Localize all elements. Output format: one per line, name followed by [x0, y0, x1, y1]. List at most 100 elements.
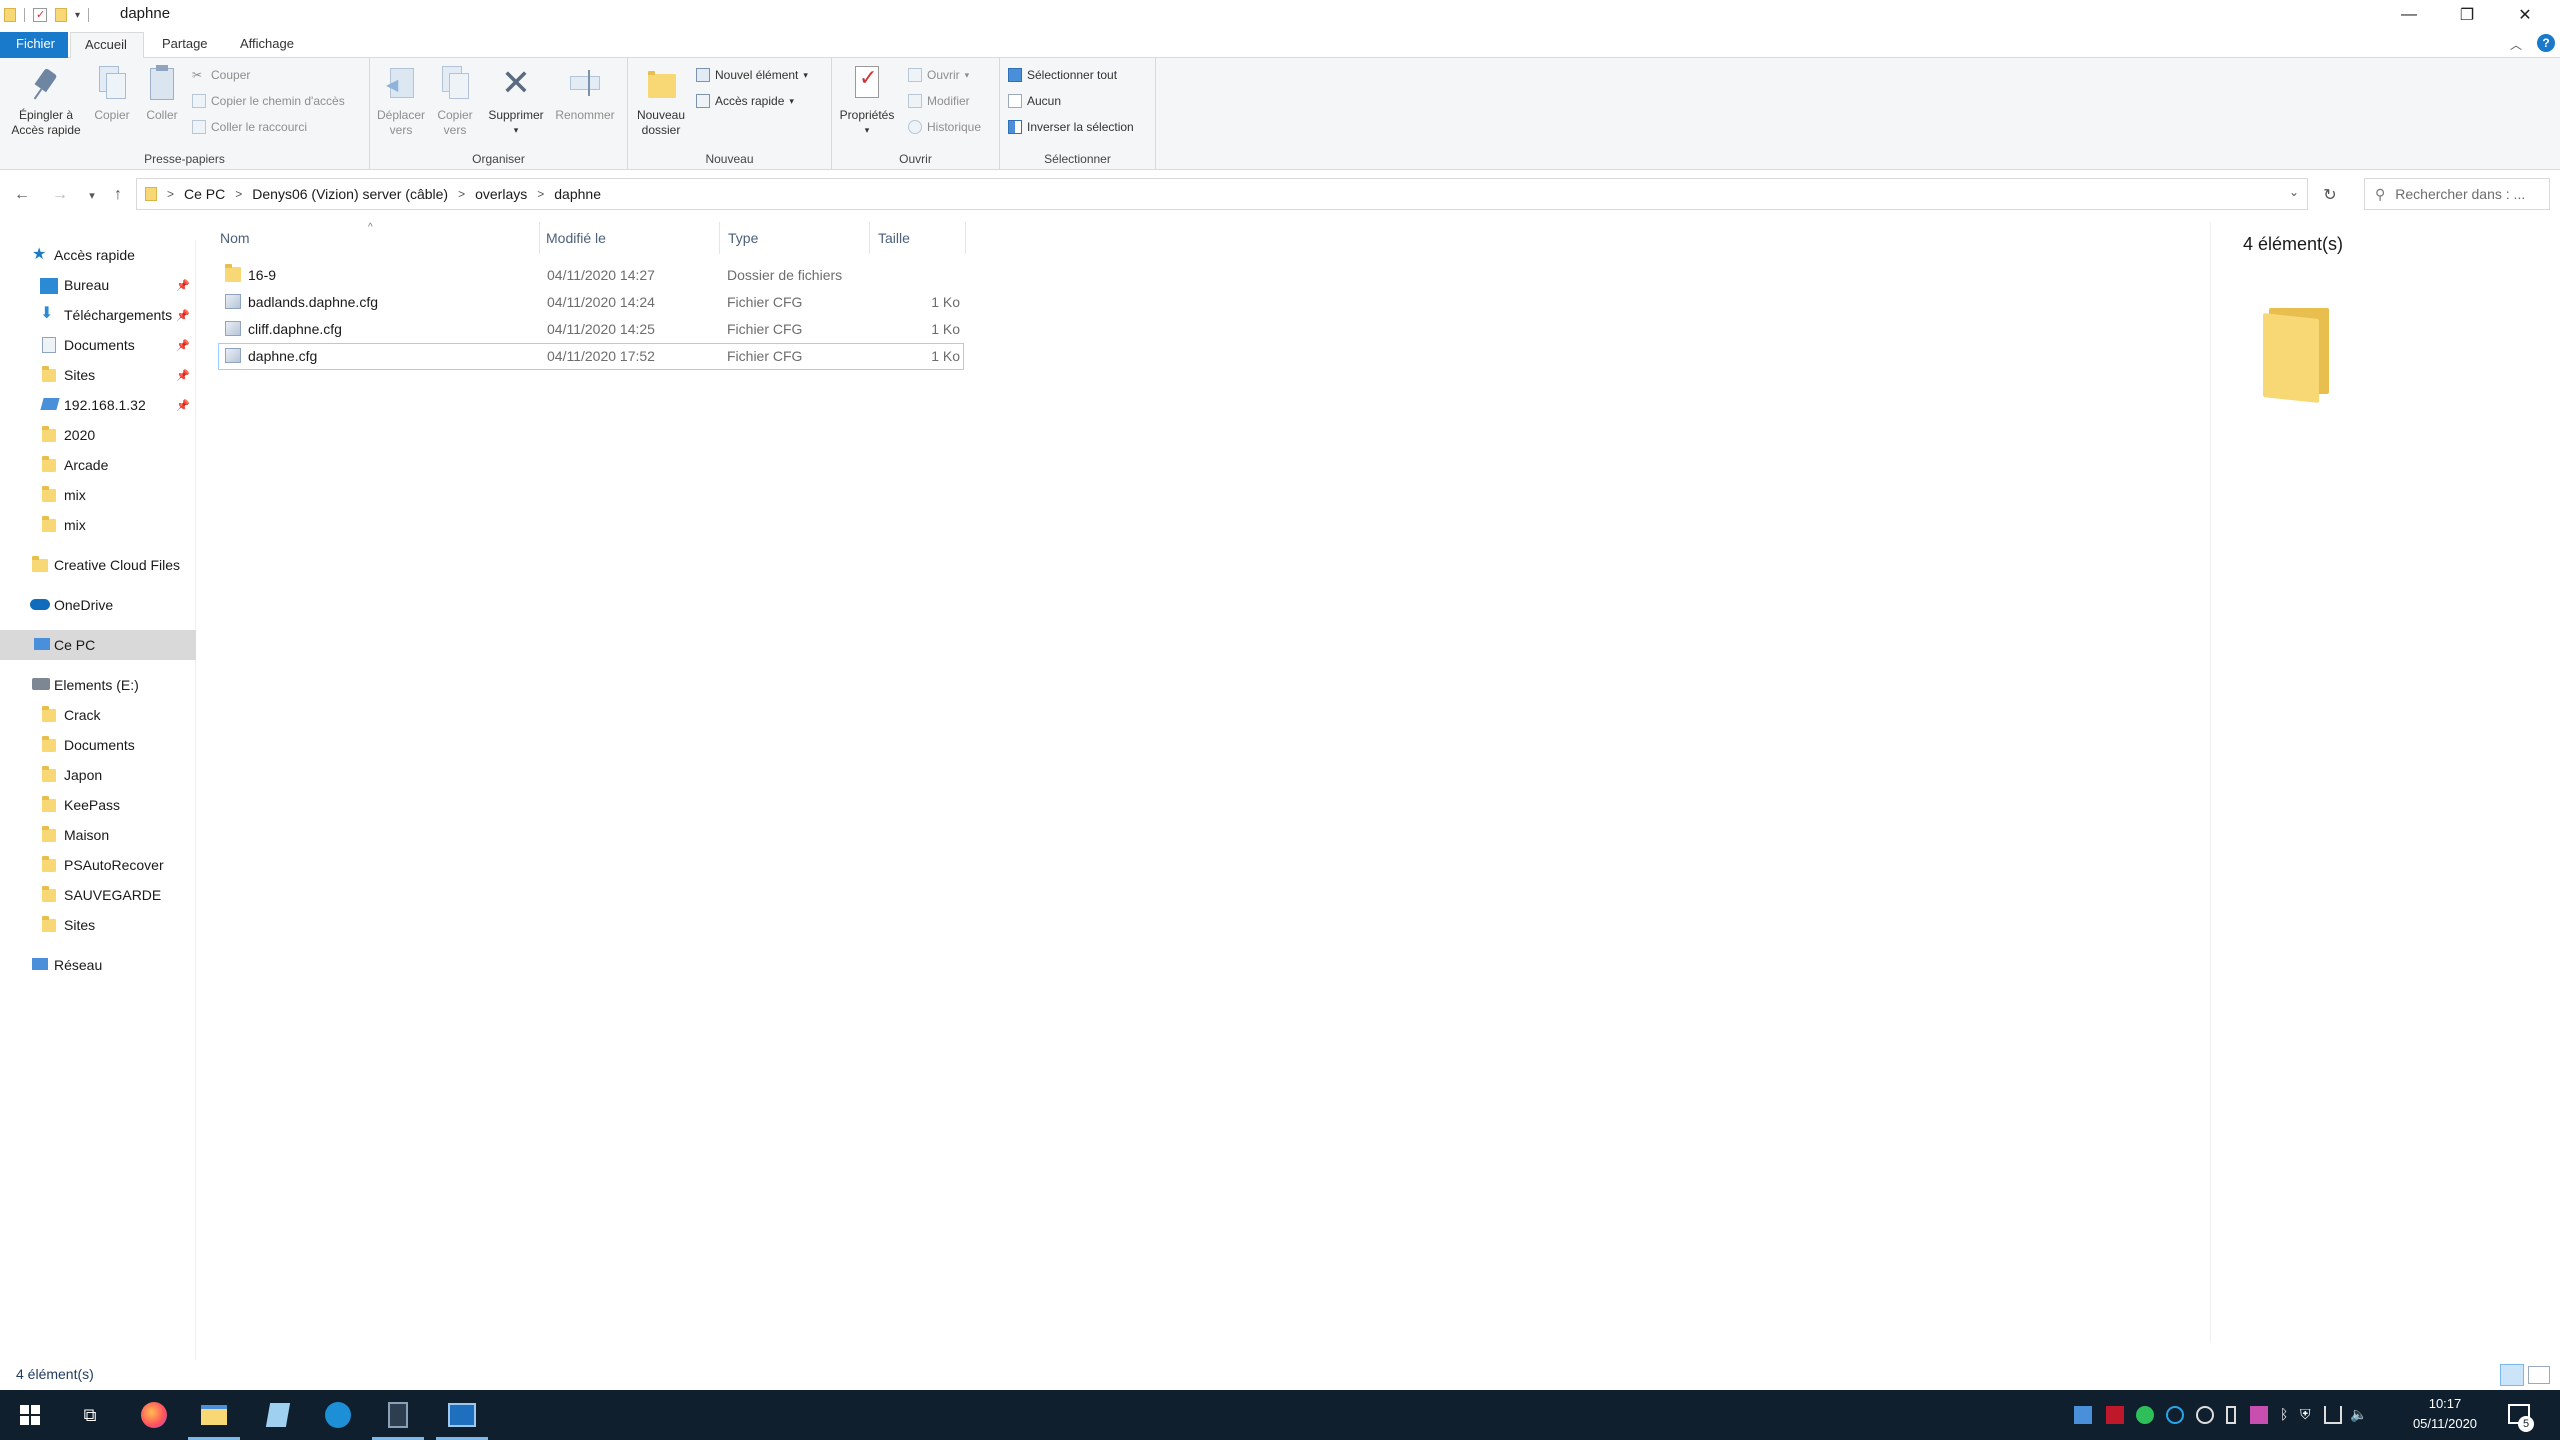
sidebar-item-elements[interactable]: Elements (E:)	[0, 670, 196, 700]
sidebar-item-telechargements[interactable]: ⬇ Téléchargements 📌	[0, 300, 196, 330]
app-bird-icon[interactable]	[308, 1390, 368, 1440]
address-bar[interactable]: > Ce PC > Denys06 (Vizion) server (câble…	[136, 178, 2308, 210]
customize-toolbar-chevron-icon[interactable]: ▾	[75, 10, 80, 21]
move-to-button[interactable]: ◀ Déplacer vers	[374, 64, 428, 138]
usb-icon[interactable]	[2226, 1406, 2236, 1424]
breadcrumb-daphne[interactable]: daphne	[554, 186, 601, 202]
sidebar-item-sites[interactable]: Sites 📌	[0, 360, 196, 390]
notepad-icon[interactable]	[248, 1390, 308, 1440]
table-row[interactable]: badlands.daphne.cfg 04/11/2020 14:24 Fic…	[218, 289, 964, 316]
cut-button[interactable]: ✂ Couper	[192, 66, 250, 84]
column-header-modifie[interactable]: Modifié le	[540, 222, 720, 254]
delete-button[interactable]: ✕ Supprimer ▾	[484, 64, 548, 138]
sidebar-item-arcade[interactable]: Arcade	[0, 450, 196, 480]
tray-app-icon[interactable]	[2106, 1406, 2124, 1424]
table-row[interactable]: cliff.daphne.cfg 04/11/2020 14:25 Fichie…	[218, 316, 964, 343]
volume-icon[interactable]: 🔈	[2350, 1406, 2368, 1424]
firefox-icon[interactable]	[124, 1390, 184, 1440]
easy-access-button[interactable]: Accès rapide ▾	[696, 92, 794, 110]
pin-icon[interactable]: 📌	[176, 399, 190, 412]
column-header-taille[interactable]: Taille	[870, 222, 966, 254]
pin-icon[interactable]: 📌	[176, 369, 190, 382]
properties-icon[interactable]: ✓	[33, 8, 47, 22]
column-header-type[interactable]: Type	[720, 222, 870, 254]
bluetooth-icon[interactable]: ᛒ	[2280, 1406, 2298, 1424]
sidebar-item-ce-pc[interactable]: Ce PC	[0, 630, 196, 660]
sidebar-item-psautorecover[interactable]: PSAutoRecover	[0, 850, 196, 880]
pin-icon[interactable]: 📌	[176, 309, 190, 322]
close-button[interactable]: ✕	[2496, 0, 2554, 30]
search-input[interactable]: ⚲ Rechercher dans : ...	[2364, 178, 2550, 210]
sidebar-item-crack[interactable]: Crack	[0, 700, 196, 730]
copy-to-button[interactable]: Copier vers	[430, 64, 480, 138]
collapse-ribbon-chevron-icon[interactable]: ︿	[2510, 36, 2522, 53]
new-folder-icon[interactable]	[55, 8, 67, 22]
back-arrow-icon[interactable]: ←	[10, 183, 34, 207]
tray-app-icon[interactable]	[2166, 1406, 2184, 1424]
sidebar-item-creative-cloud[interactable]: Creative Cloud Files	[0, 550, 196, 580]
paste-shortcut-button[interactable]: Coller le raccourci	[192, 118, 307, 136]
table-row[interactable]: 16-9 04/11/2020 14:27 Dossier de fichier…	[218, 262, 964, 289]
pin-icon[interactable]: 📌	[176, 279, 190, 292]
tray-app-icon[interactable]	[2250, 1406, 2268, 1424]
tab-partage[interactable]: Partage	[148, 32, 222, 58]
sidebar-item-japon[interactable]: Japon	[0, 760, 196, 790]
task-view-icon[interactable]: ⧉	[60, 1390, 120, 1440]
open-button[interactable]: Ouvrir ▾	[908, 66, 969, 84]
tray-app-icon[interactable]	[2136, 1406, 2154, 1424]
sidebar-item-keepass[interactable]: KeePass	[0, 790, 196, 820]
rename-button[interactable]: Renommer	[552, 64, 618, 123]
sidebar-item-mix-2[interactable]: mix	[0, 510, 196, 540]
paste-button[interactable]: Coller	[138, 64, 186, 123]
properties-dropdown-chevron-icon[interactable]: ▾	[834, 123, 900, 138]
breadcrumb-overlays[interactable]: overlays	[475, 186, 527, 202]
breadcrumb-server[interactable]: Denys06 (Vizion) server (câble)	[252, 186, 448, 202]
security-shield-icon[interactable]: ⛨	[2300, 1406, 2318, 1424]
large-icons-view-icon[interactable]	[2528, 1366, 2550, 1384]
breadcrumb-ce-pc[interactable]: Ce PC	[184, 186, 225, 202]
sidebar-item-2020[interactable]: 2020	[0, 420, 196, 450]
select-none-button[interactable]: Aucun	[1008, 92, 1061, 110]
tray-app-icon[interactable]	[2074, 1406, 2092, 1424]
new-folder-button[interactable]: Nouveau dossier	[632, 64, 690, 138]
table-row[interactable]: daphne.cfg 04/11/2020 17:52 Fichier CFG …	[218, 343, 964, 370]
photos-icon[interactable]	[432, 1390, 492, 1440]
address-history-chevron-icon[interactable]: ⌄	[2289, 185, 2299, 199]
forward-arrow-icon[interactable]: →	[48, 183, 72, 207]
recent-locations-chevron-icon[interactable]: ▾	[80, 183, 104, 207]
delete-dropdown-chevron-icon[interactable]: ▾	[484, 123, 548, 138]
sidebar-item-192-168-1-32[interactable]: 192.168.1.32 📌	[0, 390, 196, 420]
tab-affichage[interactable]: Affichage	[226, 32, 308, 58]
maximize-button[interactable]: ❐	[2438, 0, 2496, 30]
sidebar-item-documents[interactable]: Documents 📌	[0, 330, 196, 360]
file-explorer-icon[interactable]	[184, 1390, 244, 1440]
tab-fichier[interactable]: Fichier	[0, 32, 68, 58]
pin-quick-access-button[interactable]: Épingler à Accès rapide	[6, 64, 86, 138]
history-button[interactable]: Historique	[908, 118, 981, 136]
sidebar-item-reseau[interactable]: Réseau	[0, 950, 196, 980]
sidebar-item-acces-rapide[interactable]: ★ Accès rapide	[0, 240, 196, 270]
column-header-nom[interactable]: Nom	[218, 222, 540, 254]
pin-icon[interactable]: 📌	[176, 339, 190, 352]
edit-button[interactable]: Modifier	[908, 92, 970, 110]
tray-app-icon[interactable]	[2196, 1406, 2214, 1424]
sidebar-item-maison[interactable]: Maison	[0, 820, 196, 850]
calculator-icon[interactable]	[368, 1390, 428, 1440]
network-status-icon[interactable]	[2324, 1406, 2342, 1424]
minimize-button[interactable]: —	[2380, 0, 2438, 30]
copy-path-button[interactable]: Copier le chemin d'accès	[192, 92, 345, 110]
up-arrow-icon[interactable]: ↑	[106, 183, 130, 207]
copy-button[interactable]: Copier	[88, 64, 136, 123]
invert-selection-button[interactable]: Inverser la sélection	[1008, 118, 1134, 136]
start-windows-icon[interactable]	[0, 1390, 60, 1440]
sidebar-item-documents-e[interactable]: Documents	[0, 730, 196, 760]
new-item-button[interactable]: Nouvel élément ▾	[696, 66, 808, 84]
details-view-icon[interactable]	[2500, 1364, 2524, 1386]
sidebar-item-sites-e[interactable]: Sites	[0, 910, 196, 940]
sidebar-item-bureau[interactable]: Bureau 📌	[0, 270, 196, 300]
refresh-icon[interactable]: ↻	[2318, 183, 2342, 207]
sidebar-item-sauvegarde[interactable]: SAUVEGARDE	[0, 880, 196, 910]
sidebar-item-mix[interactable]: mix	[0, 480, 196, 510]
clock[interactable]: 10:17 05/11/2020	[2390, 1394, 2500, 1434]
select-all-button[interactable]: Sélectionner tout	[1008, 66, 1117, 84]
